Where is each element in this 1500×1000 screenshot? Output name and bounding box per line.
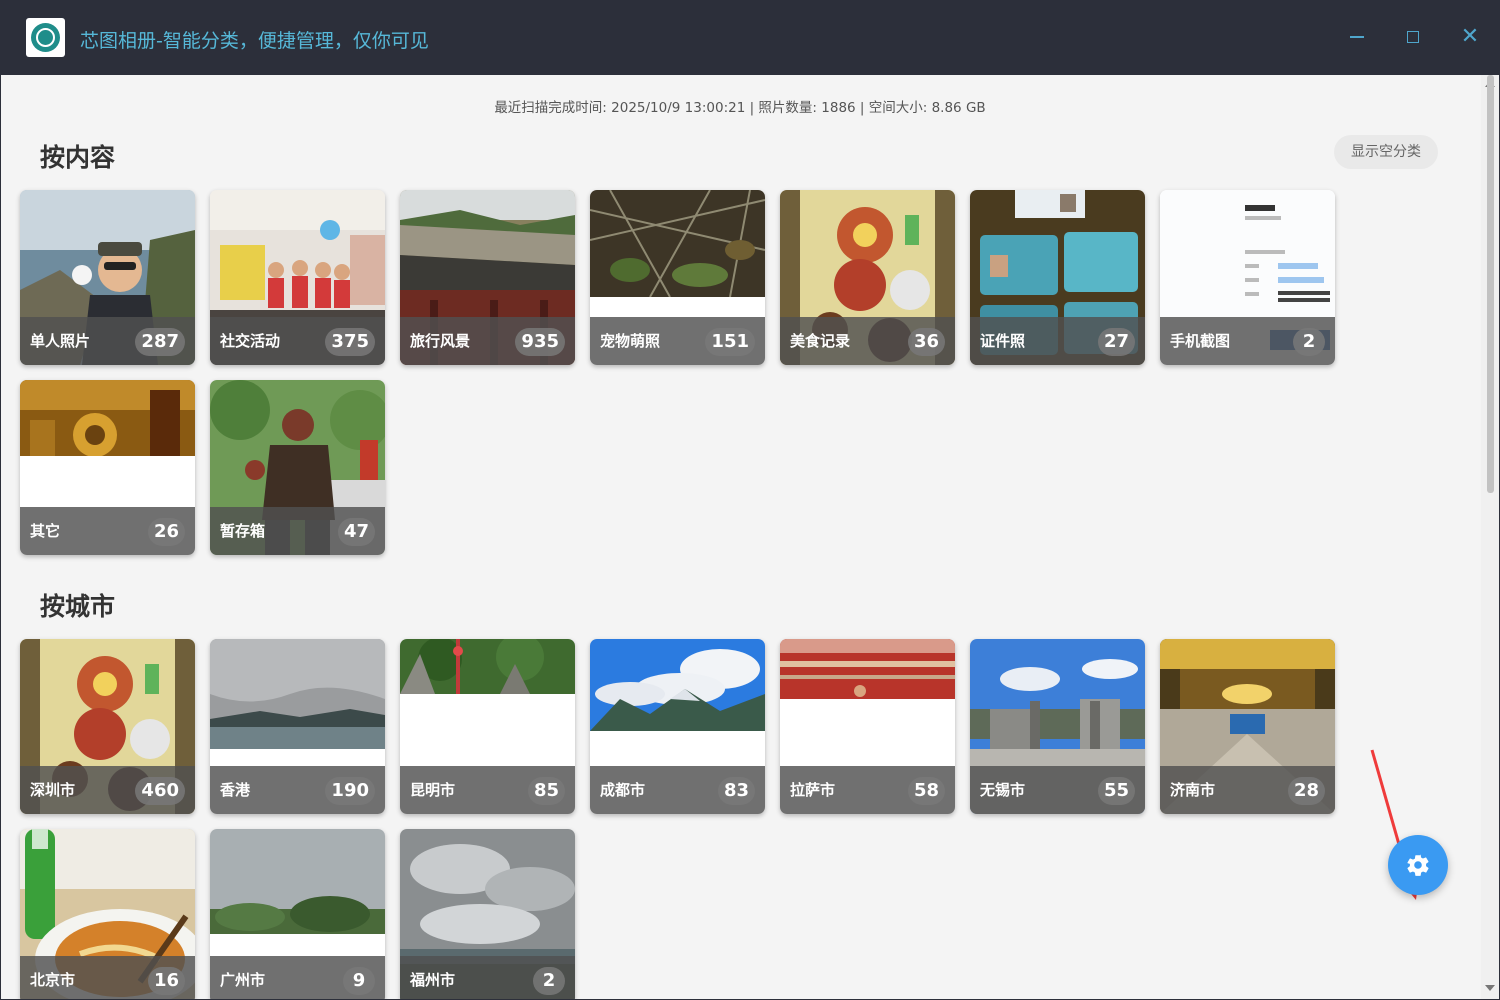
close-button[interactable]: ✕ [1455,22,1485,52]
city-name: 昆明市 [410,781,456,799]
city-card-昆明市[interactable]: 昆明市 85 [400,639,575,814]
category-name: 宠物萌照 [600,332,661,350]
pet-photo-thumbnail [590,190,765,297]
city-name: 深圳市 [30,781,76,799]
main-content: 最近扫描完成时间: 2025/10/9 13:00:21 | 照片数量: 188… [1,75,1499,999]
city-name: 香港 [220,781,251,799]
city-count: 83 [717,777,755,805]
city-count: 85 [527,777,565,805]
city-card-北京市[interactable]: 北京市 16 [20,829,195,999]
category-card-暂存箱[interactable]: 暂存箱 47 [210,380,385,555]
city-photo-thumbnail [780,639,955,699]
city-count: 190 [325,777,375,805]
city-card-成都市[interactable]: 成都市 83 [590,639,765,814]
minimize-button[interactable] [1342,22,1372,52]
category-count: 27 [1097,328,1135,356]
city-name: 福州市 [410,971,456,989]
city-photo-thumbnail [210,829,385,934]
city-card-香港[interactable]: 香港 190 [210,639,385,814]
city-count: 55 [1097,777,1135,805]
scroll-down-arrow-icon[interactable] [1485,985,1495,991]
category-count: 935 [515,328,565,356]
category-count: 2 [1293,328,1325,356]
content-section-title: 按内容 [40,143,116,172]
city-card-济南市[interactable]: 济南市 28 [1160,639,1335,814]
city-photo-thumbnail [400,639,575,694]
city-count: 2 [533,967,565,995]
gear-icon [1407,854,1429,876]
scan-info: 最近扫描完成时间: 2025/10/9 13:00:21 | 照片数量: 188… [494,100,986,116]
title-bar: 芯图相册-智能分类，便捷管理，仅你可见 ✕ [0,0,1500,75]
category-name: 旅行风景 [410,332,471,350]
category-card-宠物萌照[interactable]: 宠物萌照 151 [590,190,765,365]
maximize-button[interactable] [1398,22,1428,52]
window-title: 芯图相册-智能分类，便捷管理，仅你可见 [80,30,429,52]
city-count: 16 [147,967,185,995]
category-card-单人照片[interactable]: 单人照片 287 [20,190,195,365]
city-card-广州市[interactable]: 广州市 9 [210,829,385,999]
category-card-手机截图[interactable]: 手机截图 2 [1160,190,1335,365]
city-count: 460 [135,777,185,805]
city-name: 无锡市 [980,781,1026,799]
settings-button[interactable] [1388,835,1448,895]
category-name: 手机截图 [1170,332,1231,350]
category-card-旅行风景[interactable]: 旅行风景 935 [400,190,575,365]
city-name: 广州市 [220,971,266,989]
minimize-icon [1350,36,1364,38]
category-card-美食记录[interactable]: 美食记录 36 [780,190,955,365]
close-icon: ✕ [1460,24,1480,49]
category-count: 36 [907,328,945,356]
city-name: 拉萨市 [790,781,836,799]
category-count: 47 [337,518,375,546]
category-name: 社交活动 [220,332,281,350]
city-name: 成都市 [600,781,646,799]
category-name: 美食记录 [790,332,851,350]
category-count: 287 [135,328,185,356]
category-count: 151 [705,328,755,356]
maximize-icon [1407,31,1419,43]
app-logo-icon [26,18,65,57]
city-section-title: 按城市 [40,592,116,621]
category-name: 单人照片 [30,332,91,350]
city-card-深圳市[interactable]: 深圳市 460 [20,639,195,814]
city-name: 济南市 [1170,781,1216,799]
scrollbar-thumb[interactable] [1487,75,1494,493]
category-card-社交活动[interactable]: 社交活动 375 [210,190,385,365]
city-photo-thumbnail [590,639,765,731]
category-count: 375 [325,328,375,356]
city-card-拉萨市[interactable]: 拉萨市 58 [780,639,955,814]
city-card-福州市[interactable]: 福州市 2 [400,829,575,999]
category-name: 其它 [30,522,61,540]
category-card-证件照[interactable]: 证件照 27 [970,190,1145,365]
city-name: 北京市 [30,971,76,989]
city-card-无锡市[interactable]: 无锡市 55 [970,639,1145,814]
show-empty-categories-button[interactable]: 显示空分类 [1334,135,1438,169]
other-photo-thumbnail [20,380,195,456]
category-name: 暂存箱 [220,522,266,540]
city-count: 9 [343,967,375,995]
city-photo-thumbnail [210,639,385,749]
vertical-scrollbar[interactable] [1481,75,1499,999]
category-count: 26 [147,518,185,546]
city-count: 58 [907,777,945,805]
category-name: 证件照 [980,332,1026,350]
category-card-其它[interactable]: 其它 26 [20,380,195,555]
city-count: 28 [1287,777,1325,805]
